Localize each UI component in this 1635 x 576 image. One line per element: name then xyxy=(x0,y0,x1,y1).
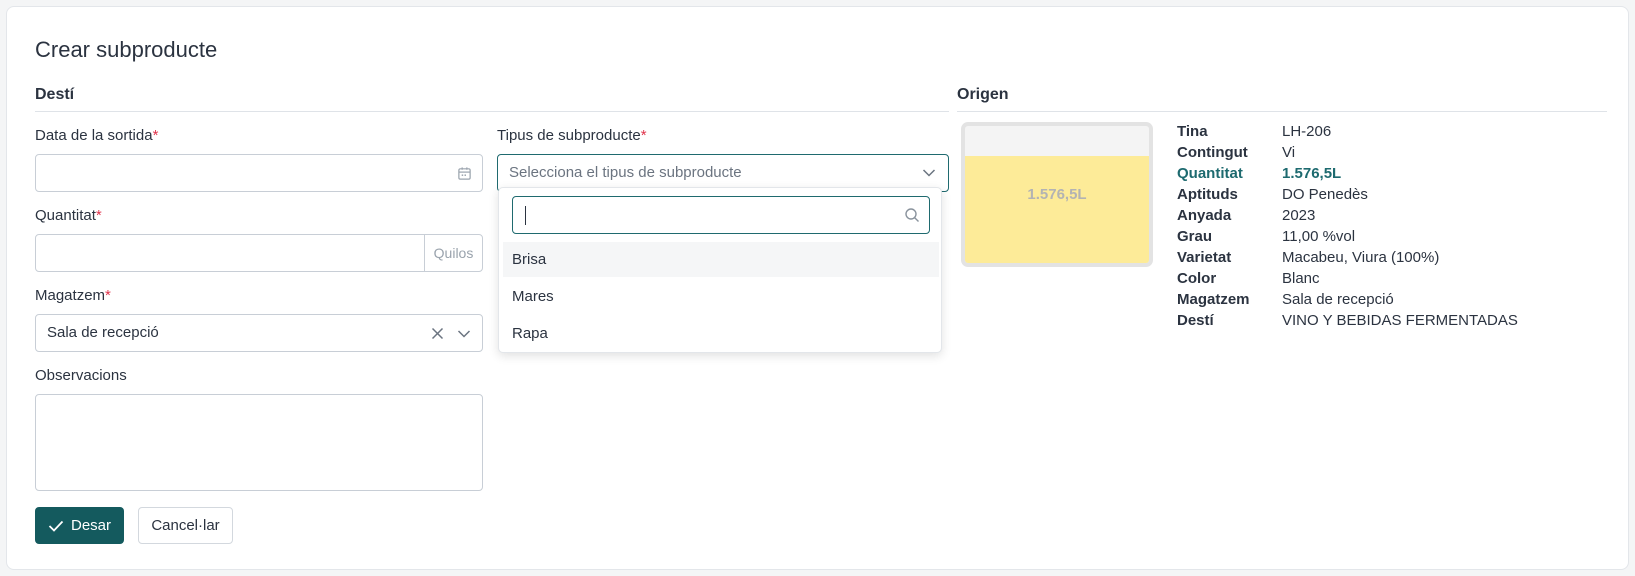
subproduct-type-dropdown: Brisa Mares Rapa xyxy=(498,187,942,353)
tank-volume-label: 1.576,5L xyxy=(1027,186,1087,203)
origin-detail-value: 11,00 %vol xyxy=(1282,228,1356,245)
quantity-label-text: Quantitat xyxy=(35,207,96,224)
quantity-unit-addon: Quilos xyxy=(424,235,482,271)
required-mark: * xyxy=(95,207,102,224)
quantity-label: Quantitat* xyxy=(35,207,102,224)
origin-detail-value: LH-206 xyxy=(1282,123,1332,140)
origin-detail-value: Sala de recepció xyxy=(1282,291,1394,308)
origin-detail-value: 1.576,5L xyxy=(1282,165,1342,182)
chevron-down-icon[interactable] xyxy=(922,168,936,178)
origin-section-title: Origen xyxy=(957,86,1009,103)
dropdown-option-rapa[interactable]: Rapa xyxy=(503,316,939,351)
text-caret xyxy=(525,206,526,225)
origin-detail-key: Anyada xyxy=(1177,207,1232,224)
origin-detail-key: Grau xyxy=(1177,228,1213,245)
warehouse-select[interactable]: Sala de recepció xyxy=(35,314,483,352)
quantity-input[interactable]: Quilos xyxy=(35,234,483,272)
chevron-down-icon[interactable] xyxy=(457,329,471,339)
dropdown-option-mares[interactable]: Mares xyxy=(503,279,939,314)
calendar-icon[interactable] xyxy=(457,166,472,181)
date-label: Data de la sortida* xyxy=(35,127,158,144)
origin-detail-value: Vi xyxy=(1282,144,1296,161)
page-title: Crear subproducte xyxy=(35,37,218,62)
tank-visual: 1.576,5L xyxy=(961,122,1153,267)
required-mark: * xyxy=(105,287,111,304)
warehouse-selected-value: Sala de recepció xyxy=(47,324,159,341)
origin-detail-key: Magatzem xyxy=(1177,291,1250,308)
type-label-text: Tipus de subproducte xyxy=(497,127,641,144)
origin-detail-key: Aptituds xyxy=(1177,186,1238,203)
origin-detail-value: DO Penedès xyxy=(1282,186,1368,203)
warehouse-label-text: Magatzem xyxy=(35,287,106,304)
subproduct-type-placeholder: Selecciona el tipus de subproducte xyxy=(509,164,742,181)
origin-detail-key: Contingut xyxy=(1177,144,1248,161)
origin-divider xyxy=(957,111,1607,112)
origin-detail-value: 2023 xyxy=(1282,207,1316,224)
destination-section-title: Destí xyxy=(35,86,75,103)
check-icon xyxy=(48,520,64,532)
save-button-label: Desar xyxy=(70,517,111,534)
origin-detail-key: Color xyxy=(1177,270,1217,287)
search-icon xyxy=(905,208,919,222)
origin-detail-value: Macabeu, Viura (100%) xyxy=(1282,249,1440,266)
origin-detail-value: VINO Y BEBIDAS FERMENTADAS xyxy=(1282,312,1518,329)
origin-detail-key: Tina xyxy=(1177,123,1208,140)
notes-textarea[interactable] xyxy=(35,394,483,491)
destination-divider xyxy=(35,111,949,112)
notes-label: Observacions xyxy=(35,367,127,384)
origin-detail-value: Blanc xyxy=(1282,270,1320,287)
cancel-button[interactable]: Cancel·lar xyxy=(138,507,233,544)
required-mark: * xyxy=(640,127,647,144)
type-label: Tipus de subproducte* xyxy=(497,127,647,144)
required-mark: * xyxy=(152,127,159,144)
clear-icon[interactable] xyxy=(431,327,444,340)
origin-detail-key: Destí xyxy=(1177,312,1214,329)
save-button[interactable]: Desar xyxy=(35,507,124,544)
dropdown-option-brisa[interactable]: Brisa xyxy=(503,242,939,277)
tank-fill-level xyxy=(965,156,1149,263)
dropdown-search-input[interactable] xyxy=(512,196,930,234)
date-label-text: Data de la sortida xyxy=(35,127,153,144)
origin-detail-key: Varietat xyxy=(1177,249,1232,266)
date-input[interactable] xyxy=(35,154,483,192)
warehouse-label: Magatzem* xyxy=(35,287,111,304)
origin-detail-key: Quantitat xyxy=(1177,165,1243,182)
